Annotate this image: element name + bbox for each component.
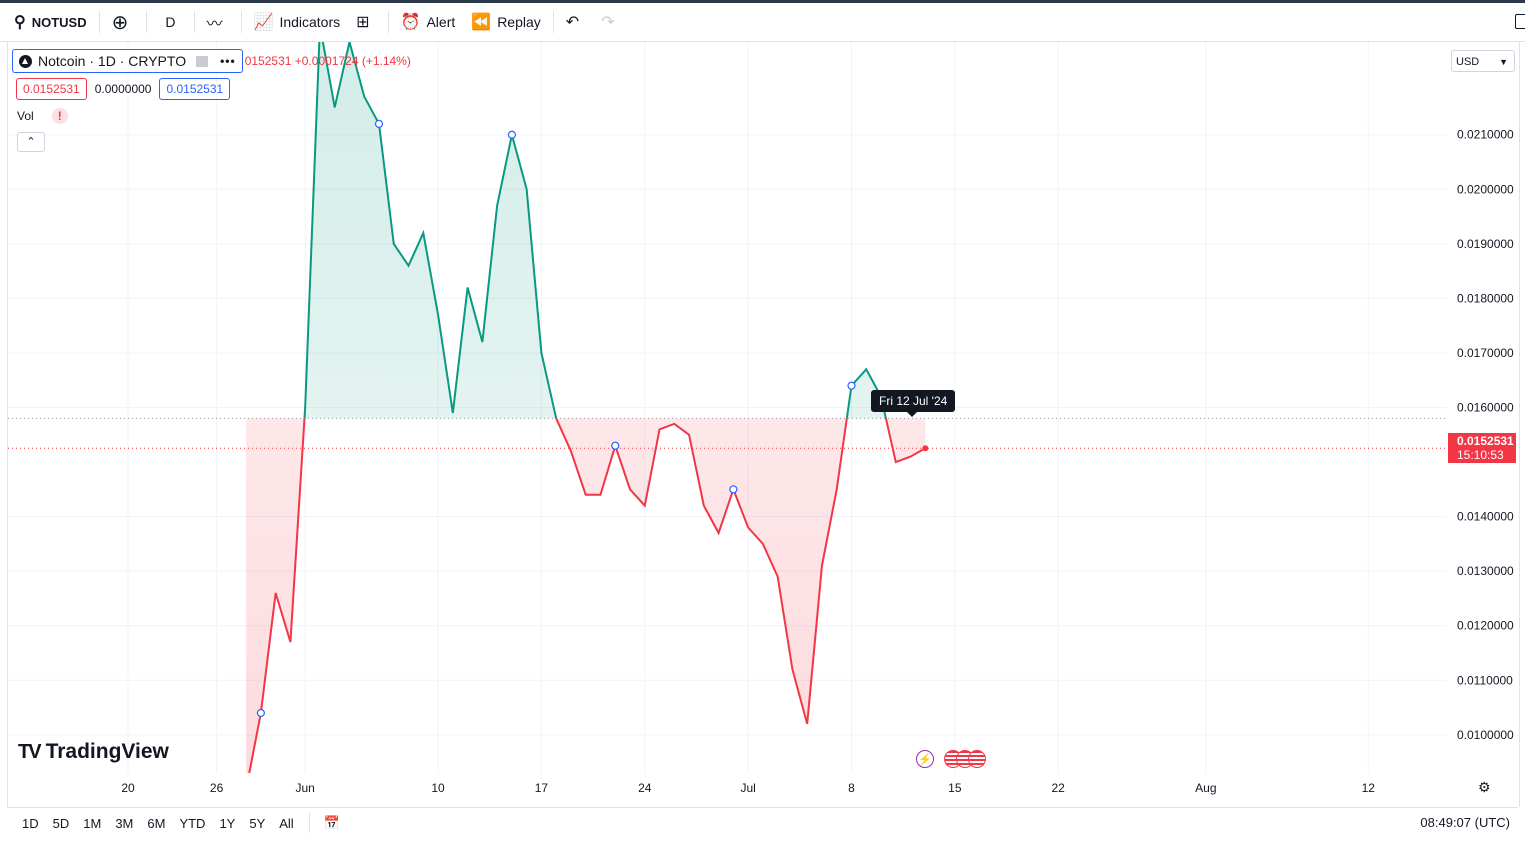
utc-clock[interactable]: 08:49:07 (UTC) (1420, 815, 1510, 830)
y-tick-label: 0.0140000 (1457, 510, 1514, 524)
data-point-marker (256, 708, 265, 718)
volume-label: Vol (17, 109, 34, 123)
y-tick-label: 0.0210000 (1457, 128, 1514, 142)
range-button-3m[interactable]: 3M (108, 816, 140, 831)
legend-title: Notcoin · 1D · CRYPTO (38, 53, 187, 69)
y-tick-label: 0.0160000 (1457, 401, 1514, 415)
y-tick-label: 0.0180000 (1457, 291, 1514, 305)
x-tick-label: 24 (638, 781, 652, 795)
symbol-legend: Notcoin · 1D · CRYPTO ••• 0152531 +0.000… (12, 49, 411, 73)
volume-legend: Vol ! (17, 108, 68, 124)
range-button-all[interactable]: All (272, 816, 300, 831)
data-point-marker (374, 119, 384, 128)
bid-ask-row: 0.0152531 0.0000000 0.0152531 (16, 78, 231, 100)
y-tick-label: 0.0110000 (1457, 673, 1513, 687)
chart-grid (8, 42, 1446, 773)
x-tick-label: Jul (740, 781, 755, 795)
last-price-value: 0.0152531 (1457, 434, 1514, 448)
x-tick-label: Jun (296, 781, 315, 795)
range-button-5y[interactable]: 5Y (242, 816, 272, 831)
data-point-marker (729, 485, 738, 494)
warning-icon[interactable]: ! (51, 108, 68, 124)
range-button-ytd[interactable]: YTD (172, 816, 212, 831)
more-dots-icon[interactable]: ••• (220, 54, 236, 68)
x-tick-label: Aug (1195, 781, 1216, 795)
bottom-toolbar: 1D 5D 1M 3M 6M YTD 1Y 5Y All 📅 08:49:07 (UTC) (7, 807, 1518, 838)
settings-gear-icon[interactable]: ⚙ (1478, 779, 1491, 796)
tradingview-logo[interactable]: TV TradingView (18, 740, 169, 764)
currency-select[interactable]: USD ▼ (1451, 50, 1515, 72)
notcoin-logo-icon (19, 54, 32, 68)
chevron-down-icon: ▼ (1499, 57, 1508, 67)
range-button-6m[interactable]: 6M (140, 816, 172, 831)
buy-price-button[interactable]: 0.0152531 (159, 78, 231, 100)
sell-price-button[interactable]: 0.0152531 (16, 78, 87, 100)
spread-value: 0.0000000 (94, 82, 152, 96)
range-button-5d[interactable]: 5D (46, 816, 77, 831)
y-tick-label: 0.0190000 (1457, 237, 1514, 251)
price-chart[interactable]: 0.0100000 0.0110000 0.0120000 0.0130000 0.01… (0, 0, 1525, 843)
goto-date-button[interactable]: 📅 (318, 815, 346, 831)
x-tick-label: 10 (431, 781, 445, 795)
y-tick-label: 0.0170000 (1457, 346, 1514, 360)
lightning-event-icon[interactable]: ⚡ (916, 750, 934, 768)
tradingview-wordmark: TradingView (45, 740, 169, 763)
y-tick-label: 0.0120000 (1457, 619, 1514, 633)
legend-title-box[interactable]: Notcoin · 1D · CRYPTO ••• (12, 49, 243, 73)
last-price-label: 0.0152531 15:10:53 (1448, 433, 1516, 463)
date-tooltip: Fri 12 Jul '24 (871, 390, 956, 417)
legend-change-values: 0152531 +0.0001724 (+1.14%) (244, 54, 411, 68)
bar-countdown: 15:10:53 (1457, 448, 1504, 462)
date-range-buttons: 1D 5D 1M 3M 6M YTD 1Y 5Y All (7, 816, 301, 831)
x-tick-label: 26 (210, 781, 224, 795)
data-point-marker (611, 441, 620, 450)
last-point-dot (922, 445, 929, 452)
currency-label: USD (1456, 56, 1480, 68)
x-tick-label: 22 (1052, 781, 1066, 795)
tradingview-mark-icon: TV (18, 740, 42, 763)
chevron-up-icon: ⌃ (26, 136, 36, 148)
range-button-1y[interactable]: 1Y (212, 816, 242, 831)
x-tick-label: 15 (948, 781, 962, 795)
y-tick-label: 0.0130000 (1457, 564, 1514, 578)
us-flag-event-icon[interactable] (968, 750, 986, 768)
x-tick-label: 8 (848, 781, 855, 795)
calendar-icon: 📅 (323, 815, 340, 830)
economic-events: ⚡ (916, 750, 986, 768)
y-tick-label: 0.0100000 (1457, 728, 1514, 742)
bottom-divider (308, 813, 310, 833)
time-axis: 20 26 Jun 10 17 24 Jul 8 15 22 Aug 12 (121, 781, 1375, 795)
y-tick-label: 0.0200000 (1457, 182, 1514, 196)
data-point-marker (507, 130, 516, 139)
x-tick-label: 12 (1362, 781, 1376, 795)
data-point-marker (847, 381, 856, 390)
x-tick-label: 20 (121, 781, 135, 795)
flag-icon (196, 55, 209, 67)
range-button-1d[interactable]: 1D (15, 816, 46, 831)
x-tick-label: 17 (535, 781, 549, 795)
range-button-1m[interactable]: 1M (76, 816, 108, 831)
collapse-legend-button[interactable]: ⌃ (17, 132, 45, 152)
